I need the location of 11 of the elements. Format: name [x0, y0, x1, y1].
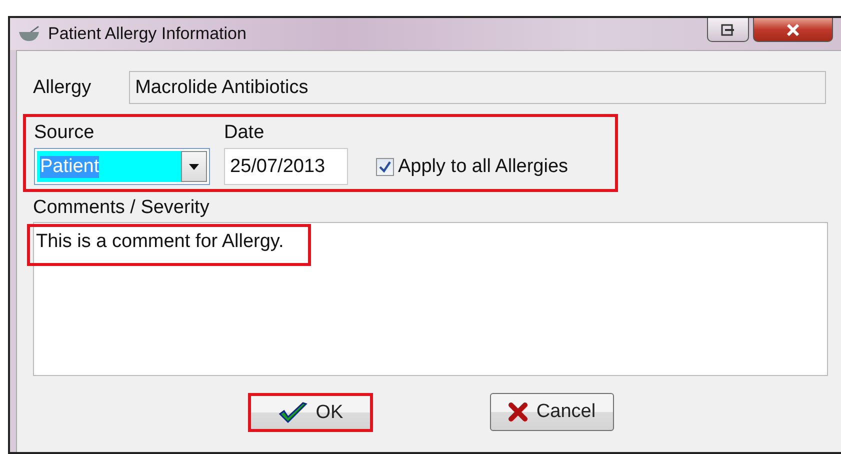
date-label: Date [224, 122, 266, 144]
comment-text: This is a comment for Allergy. [27, 224, 311, 266]
source-label: Source [34, 122, 96, 144]
allergy-label: Allergy [33, 76, 92, 98]
window-title: Patient Allergy Information [48, 24, 246, 44]
comments-label: Comments / Severity [33, 197, 210, 219]
cancel-button[interactable]: Cancel [490, 393, 614, 431]
apply-all-checkbox[interactable]: Apply to all Allergies [376, 156, 568, 185]
ok-button[interactable]: OK [248, 393, 373, 432]
date-field[interactable]: 25/07/2013 [224, 148, 348, 185]
allergy-field[interactable]: Macrolide Antibiotics [129, 71, 826, 104]
